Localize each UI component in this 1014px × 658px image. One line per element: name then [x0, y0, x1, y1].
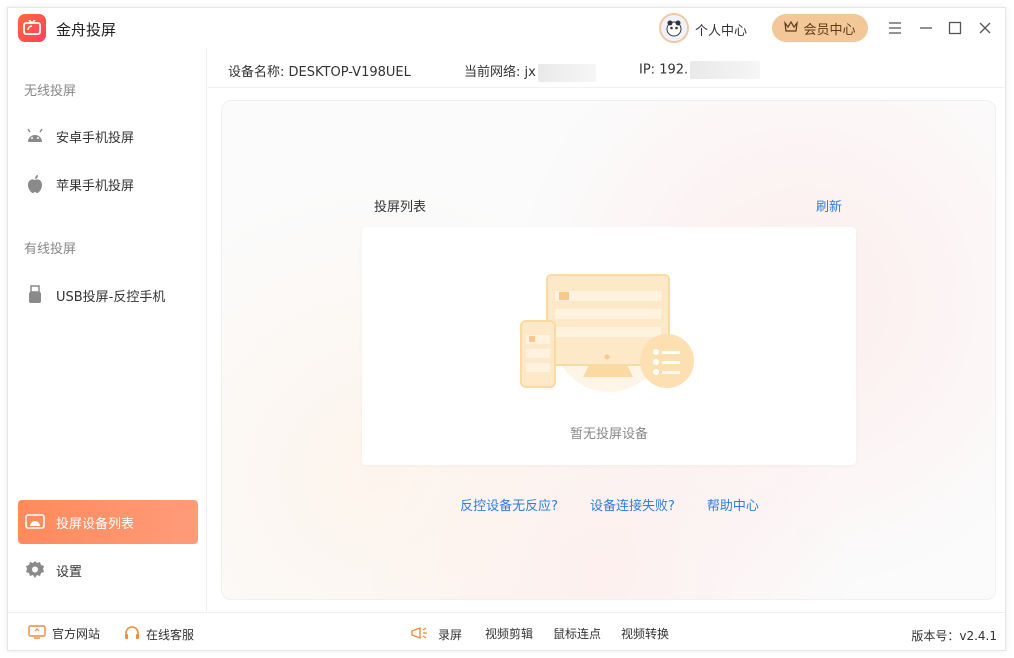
footer-tool-auto-clicker[interactable]: 鼠标连点 [553, 625, 601, 642]
empty-illustration-icon [520, 274, 694, 392]
footer-tool-video-edit[interactable]: 视频剪辑 [485, 625, 533, 642]
vip-center-button[interactable]: 会员中心 [772, 14, 868, 42]
official-site-label: 官方网站 [52, 627, 101, 641]
gear-icon [24, 559, 46, 581]
menu-icon[interactable] [885, 18, 905, 38]
usb-icon [24, 284, 46, 306]
apple-icon [24, 173, 46, 195]
redacted-blur [537, 63, 596, 82]
app-title: 金舟投屏 [56, 21, 117, 39]
sidebar-item-label: 安卓手机投屏 [56, 130, 135, 146]
connect-failed-link[interactable]: 设备连接失败? [590, 495, 675, 514]
sidebar-item-label: 苹果手机投屏 [56, 178, 135, 194]
tool-label: 录屏 [438, 628, 463, 642]
sidebar-item-settings[interactable]: 设置 [18, 548, 198, 592]
official-site-link[interactable]: 官方网站 [28, 625, 100, 642]
device-name-info: 设备名称: DESKTOP-V198UEL [228, 61, 411, 80]
empty-state-text: 暂无投屏设备 [569, 427, 648, 442]
section-wired: 有线投屏 [24, 242, 77, 257]
personal-center-link[interactable]: 个人中心 [695, 20, 747, 39]
footer-tool-video-convert[interactable]: 视频转换 [621, 625, 669, 642]
screen-list-icon [24, 511, 46, 533]
help-links: 反控设备无反应? 设备连接失败? 帮助中心 [222, 495, 997, 514]
sidebar-item-android[interactable]: 安卓手机投屏 [18, 114, 198, 158]
cast-list-title: 投屏列表 [374, 200, 427, 215]
device-name-label: 设备名称: [228, 65, 285, 80]
sidebar-item-usb[interactable]: USB投屏-反控手机 [18, 273, 198, 317]
online-service-label: 在线客服 [146, 628, 195, 642]
sidebar-item-apple[interactable]: 苹果手机投屏 [18, 162, 198, 206]
minimize-icon[interactable] [916, 18, 936, 38]
network-label: 当前网络: [464, 65, 521, 80]
ip-info: IP: 192. [639, 61, 761, 79]
monitor-icon [28, 625, 46, 642]
android-icon [24, 125, 46, 147]
no-response-link[interactable]: 反控设备无反应? [460, 495, 558, 514]
help-center-link[interactable]: 帮助中心 [707, 495, 759, 514]
sidebar: 无线投屏 安卓手机投屏 苹果手机投屏 有线投屏 USB投屏-反控手机 投屏设备列… [8, 48, 207, 611]
refresh-link[interactable]: 刷新 [816, 196, 842, 215]
app-logo-icon [18, 14, 46, 42]
network-value: jx [524, 65, 536, 80]
close-icon[interactable] [975, 18, 995, 38]
title-bar: 金舟投屏 个人中心 会员中心 [8, 8, 1007, 48]
section-wireless: 无线投屏 [24, 84, 77, 99]
version-label: 版本号：v2.4.1 [911, 629, 997, 643]
device-info-bar: 设备名称: DESKTOP-V198UEL 当前网络: jx IP: 192. [208, 48, 1007, 88]
ip-value: 192. [659, 62, 689, 78]
sidebar-item-label: USB投屏-反控手机 [56, 289, 166, 305]
sidebar-item-device-list[interactable]: 投屏设备列表 [18, 500, 198, 544]
maximize-icon[interactable] [945, 18, 965, 38]
device-list-card: 暂无投屏设备 [362, 227, 856, 465]
tool-label: 视频转换 [621, 627, 670, 641]
tool-label: 鼠标连点 [553, 627, 602, 641]
redacted-blur [690, 61, 761, 79]
footer-bar: 官方网站 在线客服 录屏 视频剪辑 鼠标连点 视频转换 版本号：v2.4.1 [8, 612, 1007, 652]
footer-tool-record[interactable]: 录屏 [410, 625, 462, 644]
online-service-link[interactable]: 在线客服 [124, 625, 194, 644]
crown-icon [784, 20, 799, 36]
megaphone-icon [410, 625, 432, 644]
sidebar-item-label: 投屏设备列表 [56, 516, 135, 532]
ip-label: IP: [639, 62, 656, 78]
device-name-value: DESKTOP-V198UEL [288, 65, 411, 80]
main-panel: 投屏列表 刷新 暂无投屏设备 反控设备无反应? 设备连接失败? 帮助中心 [221, 100, 996, 600]
app-window: 金舟投屏 个人中心 会员中心 无线投屏 安卓手机投屏 苹果手机投屏 有线投屏 U… [7, 7, 1007, 652]
network-info: 当前网络: jx [464, 61, 596, 82]
vip-center-label: 会员中心 [803, 22, 856, 38]
avatar[interactable] [659, 13, 689, 43]
tool-label: 视频剪辑 [485, 627, 534, 641]
headset-icon [124, 625, 140, 644]
sidebar-item-label: 设置 [56, 564, 83, 580]
